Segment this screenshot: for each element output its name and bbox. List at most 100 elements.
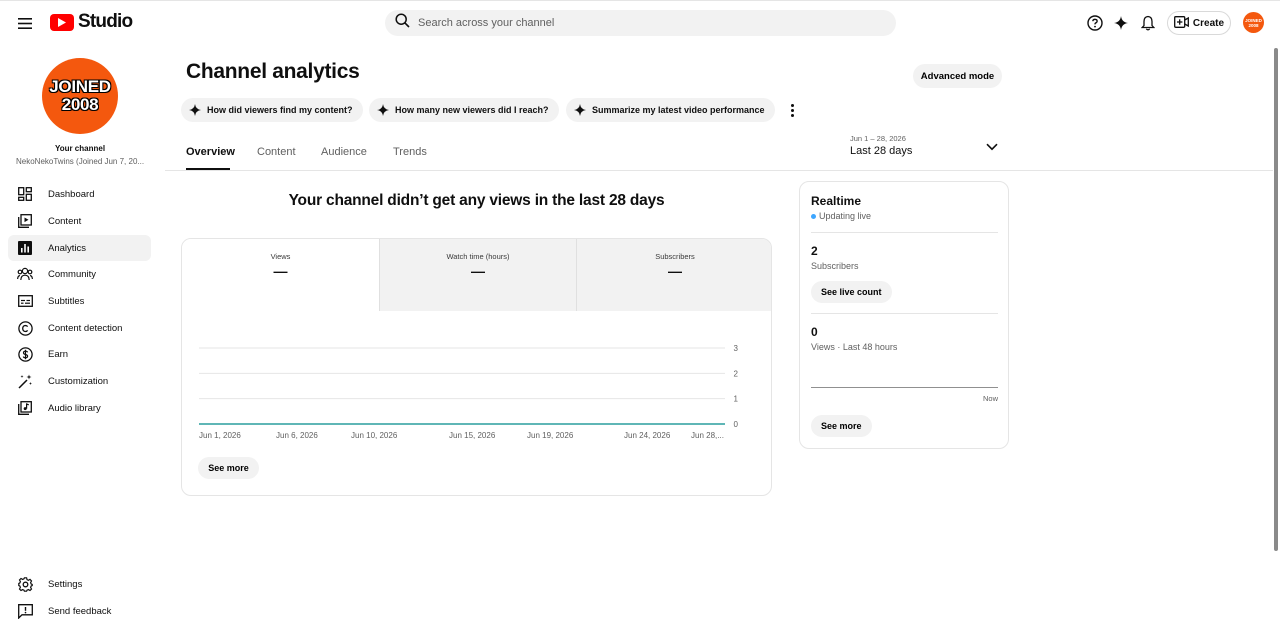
metric-watch-time[interactable]: Watch time (hours) — [379,239,576,311]
chevron-down-icon[interactable] [984,139,1000,155]
dollar-icon [17,346,33,362]
views-chart-svg: 0 1 2 3 Jun 1, 2026 Jun 6, 2026 Jun 10, 2026 Ju… [199,344,739,440]
page-title: Channel analytics [186,60,360,83]
sidebar-item-label: Community [48,268,97,280]
realtime-subscribers-value: 2 [811,244,818,258]
sidebar-item-label: Dashboard [48,188,95,200]
date-range-text[interactable]: Jun 1 – 28, 2026 [850,134,906,143]
sidebar-item-label: Earn [48,348,69,360]
logo-text: Studio [78,11,133,32]
metric-value: — [668,263,682,279]
sidebar-item-label: Audio library [48,402,101,414]
realtime-chart-baseline [811,387,998,388]
sidebar-item-label: Content [48,215,82,227]
realtime-views-label: Views · Last 48 hours [811,342,898,352]
metric-views[interactable]: Views — [182,239,379,311]
subtitles-icon [17,293,33,309]
x-tick-label: Jun 6, 2026 [276,431,318,440]
sidebar-item-customization[interactable]: Customization [8,368,151,394]
audio-library-icon [17,400,33,416]
bell-icon[interactable] [1138,13,1158,33]
feedback-icon [17,603,33,619]
metrics-card: Views — Watch time (hours) — Subscribers… [181,238,772,496]
sidebar-item-label: Analytics [48,242,87,254]
youtube-play-icon [50,13,74,31]
create-button[interactable]: Create [1167,11,1231,35]
tab-overview[interactable]: Overview [186,146,235,158]
top-bar: Studio Create JOINED 2008 [0,0,1280,44]
create-video-icon [1173,15,1189,31]
channel-avatar[interactable]: JOINED 2008 [42,58,118,134]
sparkle-icon[interactable] [1111,13,1131,33]
suggestion-chip-viewers[interactable]: How did viewers find my content? [181,98,363,122]
magic-wand-icon [17,373,33,389]
see-more-button[interactable]: See more [198,457,259,479]
sidebar-item-send-feedback[interactable]: Send feedback [8,598,151,624]
sidebar-item-label: Customization [48,375,109,387]
channel-name: NekoNekoTwins (Joined Jun 7, 20... [16,157,145,166]
copyright-icon [17,320,33,336]
x-tick-label: Jun 28,... [691,431,724,440]
metric-name: Watch time (hours) [446,252,510,261]
sidebar-item-settings[interactable]: Settings [8,571,151,597]
sidebar-item-subtitles[interactable]: Subtitles [8,288,151,314]
tab-content[interactable]: Content [257,146,296,158]
gear-icon [17,576,33,592]
tab-divider [165,170,1273,171]
x-tick-label: Jun 24, 2026 [624,431,671,440]
sidebar-item-community[interactable]: Community [8,261,151,287]
tab-audience[interactable]: Audience [321,146,367,158]
metric-subscribers[interactable]: Subscribers — [576,239,771,311]
y-tick-label: 3 [734,344,739,353]
realtime-now-label: Now [982,394,998,403]
more-options-icon[interactable] [785,101,799,119]
sidebar-item-earn[interactable]: Earn [8,341,151,367]
suggestion-chip-new-viewers[interactable]: How many new viewers did I reach? [369,98,559,122]
menu-icon[interactable] [14,12,36,34]
metric-value: — [471,263,485,279]
date-range-label[interactable]: Last 28 days [850,145,912,157]
account-avatar[interactable]: JOINED 2008 [1243,12,1264,33]
chip-label: How did viewers find my content? [207,105,353,115]
y-tick-label: 1 [734,395,739,404]
channel-avatar-line2: 2008 [61,95,99,114]
sidebar-item-analytics[interactable]: Analytics [8,235,151,261]
channel-avatar-line1: JOINED [49,77,111,96]
search-bar[interactable] [385,10,896,36]
sidebar: JOINED 2008 Your channel NekoNekoTwins (… [0,44,160,629]
see-live-count-button[interactable]: See live count [811,281,892,303]
x-tick-label: Jun 19, 2026 [527,431,574,440]
views-chart: 0 1 2 3 Jun 1, 2026 Jun 6, 2026 Jun 10, 2026 Ju… [182,311,771,495]
sparkle-icon [574,104,586,116]
chip-label: How many new viewers did I reach? [395,105,549,115]
your-channel-label: Your channel [54,144,106,153]
sidebar-item-dashboard[interactable]: Dashboard [8,181,151,207]
x-tick-label: Jun 1, 2026 [199,431,241,440]
advanced-mode-button[interactable]: Advanced mode [913,64,1002,88]
search-input[interactable] [418,17,858,29]
page-scrollbar[interactable] [1274,48,1278,551]
realtime-subscribers-label: Subscribers [811,261,859,271]
tab-trends[interactable]: Trends [393,146,427,158]
chip-label: Summarize my latest video performance [592,105,765,115]
suggestion-chip-summarize[interactable]: Summarize my latest video performance [566,98,775,122]
sidebar-item-audio-library[interactable]: Audio library [8,395,151,421]
create-label: Create [1192,17,1225,29]
app-root: Studio Create JOINED 2008 JO [0,0,1280,629]
no-views-headline: Your channel didn’t get any views in the… [288,192,665,209]
dashboard-icon [17,186,33,202]
sidebar-item-content-detection[interactable]: Content detection [8,315,151,341]
divider [811,232,998,233]
help-icon[interactable] [1085,13,1105,33]
studio-logo[interactable]: Studio [50,11,133,33]
y-tick-label: 0 [734,420,739,429]
community-icon [17,266,33,282]
sidebar-item-content[interactable]: Content [8,208,151,234]
live-dot-icon [811,213,816,219]
content-icon [17,213,33,229]
divider [811,313,998,314]
sidebar-item-label: Subtitles [48,295,85,307]
metric-name: Views [270,252,291,261]
metric-value: — [273,263,288,279]
realtime-see-more-button[interactable]: See more [811,415,872,437]
